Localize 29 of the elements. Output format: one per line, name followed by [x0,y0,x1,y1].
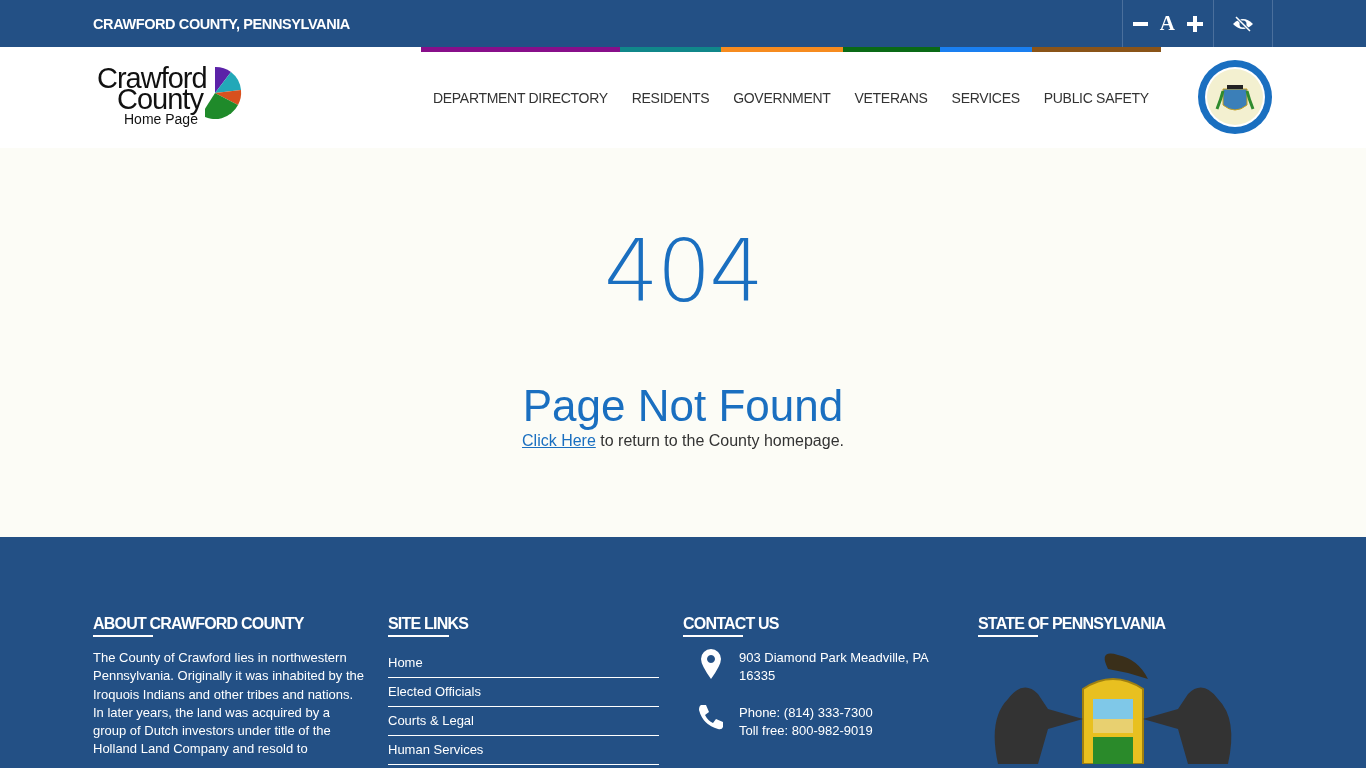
footer-heading: SITE LINKS [388,615,468,637]
footer-link[interactable]: Human Services [388,736,659,765]
nav-link[interactable]: GOVERNMENT [721,52,843,106]
about-text: The County of Crawford lies in northwestern Pennsylvania. Originally it was inhabited by the Iroquois Indians and other tribes and nations. In later years, the land was acquired by a group of Dutch investors under title of the Holland Land Company and resold to [93,649,365,759]
footer-link[interactable]: Home [388,649,659,678]
contact-text: 903 Diamond Park Meadville, PA [739,649,929,667]
nav-link[interactable]: RESIDENTS [619,52,722,106]
contact-text: Toll free: 800-982-9019 [739,722,873,740]
text-size-button[interactable]: A [1153,8,1181,39]
minus-icon [1132,21,1148,26]
return-message: Click Here to return to the County homepage. [521,432,845,450]
map-pin-icon [701,649,721,679]
contact-text: Phone: (814) 333-7300 [739,704,873,722]
footer-heading: ABOUT CRAWFORD COUNTY [93,615,304,637]
nav-link[interactable]: PUBLIC SAFETY [1031,52,1161,106]
footer-link[interactable]: Courts & Legal [388,707,659,736]
eye-slash-icon [1232,14,1254,33]
site-title: CRAWFORD COUNTY, PENNSYLVANIA [93,15,350,32]
page-title: Page Not Found [521,384,845,428]
nav-link[interactable]: SERVICES [939,52,1032,106]
contact-text: 16335 [739,667,777,685]
nav-link[interactable]: DEPARTMENT DIRECTORY [421,52,620,106]
phone-icon [698,704,724,730]
footer-link[interactable]: Elected Officials [388,678,659,707]
error-code: 404 [602,220,764,314]
nav-link[interactable]: VETERANS [842,52,940,106]
click-here-link[interactable]: Click Here [522,432,596,449]
footer-heading: CONTACT US [683,615,779,637]
footer-heading: STATE OF PENNSYLVANIA [978,615,1166,637]
